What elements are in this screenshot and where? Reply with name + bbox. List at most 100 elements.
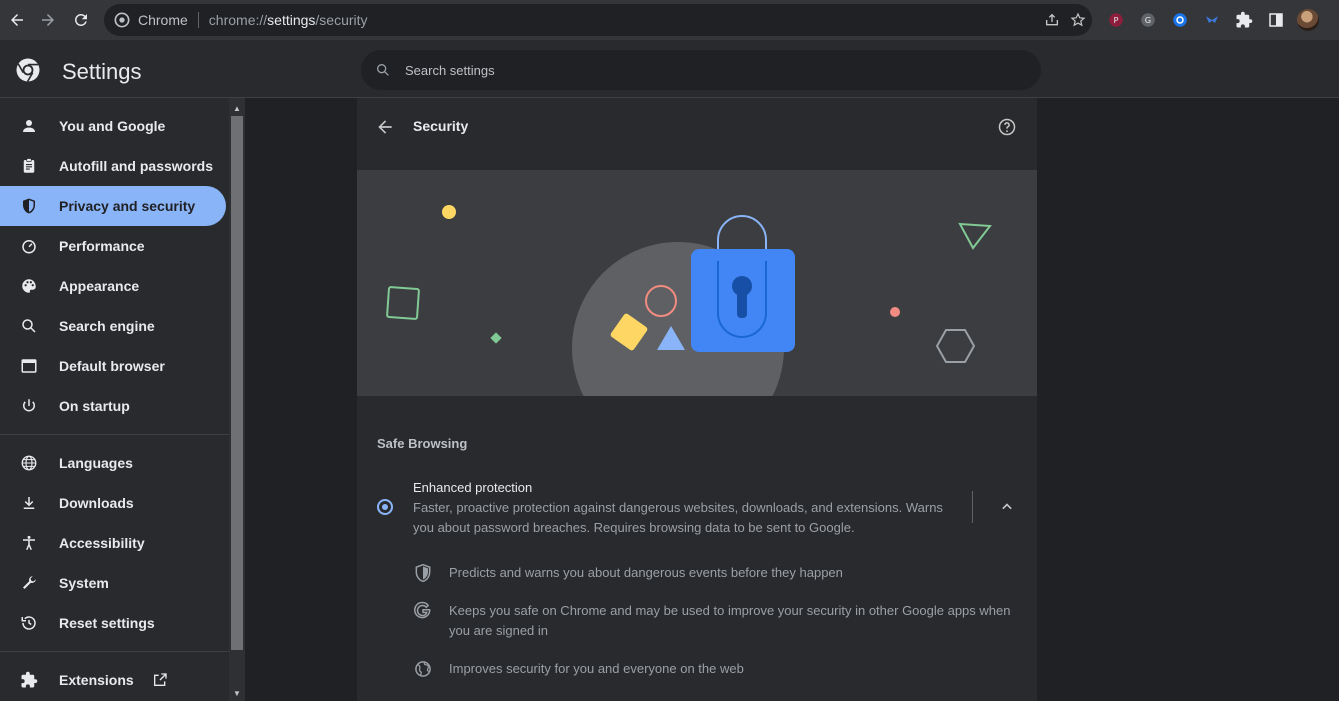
reload-icon <box>72 11 90 29</box>
shield-icon <box>19 196 39 216</box>
share-icon[interactable] <box>1044 12 1060 28</box>
browser-toolbar: Chrome chrome://settings/security P G <box>0 0 1339 40</box>
sidebar-item-label: Accessibility <box>59 535 145 551</box>
puzzle-icon <box>19 670 39 690</box>
feature-text: Predicts and warns you about dangerous e… <box>449 563 1029 583</box>
svg-text:G: G <box>1145 15 1151 25</box>
arrow-left-icon <box>8 11 26 29</box>
sidebar-item-label: Search engine <box>59 318 155 334</box>
search-icon <box>375 62 391 78</box>
shield-icon <box>413 563 433 583</box>
bird-icon <box>1203 11 1221 29</box>
sidebar-item-label: On startup <box>59 398 130 414</box>
feature-item: Keeps you safe on Chrome and may be used… <box>413 601 1029 641</box>
sidebar-item-label: Reset settings <box>59 615 155 631</box>
speedometer-icon <box>19 236 39 256</box>
back-arrow-icon[interactable] <box>375 117 395 137</box>
sidebar-item-extensions[interactable]: Extensions <box>0 660 226 700</box>
sidebar-divider <box>0 434 229 435</box>
sidebar-item-label: Autofill and passwords <box>59 158 213 174</box>
help-icon[interactable] <box>997 117 1017 137</box>
sidebar-item-label: Downloads <box>59 495 134 511</box>
search-input[interactable] <box>405 63 1005 78</box>
search-icon <box>19 316 39 336</box>
sidebar-item-downloads[interactable]: Downloads <box>0 483 226 523</box>
download-icon <box>19 493 39 513</box>
sidebar-item-label: Appearance <box>59 278 139 294</box>
sidebar-item-label: Performance <box>59 238 145 254</box>
sidebar-item-accessibility[interactable]: Accessibility <box>0 523 226 563</box>
sidebar-item-label: Privacy and security <box>59 198 195 214</box>
sidebar-item-label: You and Google <box>59 118 165 134</box>
clipboard-icon <box>19 156 39 176</box>
person-icon <box>19 116 39 136</box>
sidebar-item-privacy-and-security[interactable]: Privacy and security <box>0 186 226 226</box>
record-icon <box>1171 11 1189 29</box>
chrome-icon <box>114 12 130 28</box>
forward-nav-button[interactable] <box>32 4 64 36</box>
expand-divider <box>972 491 973 523</box>
safe-browsing-heading: Safe Browsing <box>377 436 467 451</box>
google-g-icon <box>413 601 433 621</box>
power-icon <box>19 396 39 416</box>
omnibox-divider <box>198 12 199 28</box>
scroll-up-arrow-icon[interactable]: ▲ <box>229 100 245 116</box>
extension-circle-button[interactable] <box>1164 4 1196 36</box>
card-header: Security <box>357 98 1037 156</box>
extensions-menu-button[interactable] <box>1228 4 1260 36</box>
sidebar-item-performance[interactable]: Performance <box>0 226 226 266</box>
url-text: chrome://settings/security <box>209 12 368 28</box>
accessibility-icon <box>19 533 39 553</box>
palette-icon <box>19 276 39 296</box>
security-card: Security Safe Browsing Enhanced protecti… <box>357 98 1037 701</box>
chevron-up-icon[interactable] <box>997 497 1017 517</box>
pinterest-icon: P <box>1107 11 1125 29</box>
arrow-right-icon <box>39 11 57 29</box>
side-panel-button[interactable] <box>1260 4 1292 36</box>
extension-bird-button[interactable] <box>1196 4 1228 36</box>
scrollbar-thumb[interactable] <box>231 116 243 650</box>
enhanced-protection-radio[interactable] <box>377 499 393 515</box>
browser-window-icon <box>19 356 39 376</box>
page-title: Settings <box>62 59 142 85</box>
back-nav-button[interactable] <box>1 4 33 36</box>
option-description: Faster, proactive protection against dan… <box>413 498 953 538</box>
sidebar-item-on-startup[interactable]: On startup <box>0 386 226 426</box>
profile-button[interactable] <box>1292 4 1324 36</box>
sidebar-item-appearance[interactable]: Appearance <box>0 266 226 306</box>
open-in-new-icon <box>152 672 168 688</box>
sidebar-divider <box>0 651 229 652</box>
reload-button[interactable] <box>65 4 97 36</box>
sidebar-item-system[interactable]: System <box>0 563 226 603</box>
extension-grammarly-button[interactable]: G <box>1132 4 1164 36</box>
puzzle-icon <box>1235 11 1253 29</box>
security-title: Security <box>413 118 468 134</box>
grammarly-icon: G <box>1139 11 1157 29</box>
sidebar-item-autofill[interactable]: Autofill and passwords <box>0 146 226 186</box>
avatar <box>1297 9 1319 31</box>
option-label: Enhanced protection <box>413 480 532 495</box>
side-panel-icon <box>1267 11 1285 29</box>
history-icon <box>19 613 39 633</box>
security-illustration <box>357 170 1037 396</box>
settings-header: Settings <box>0 40 1339 98</box>
sidebar-item-default-browser[interactable]: Default browser <box>0 346 226 386</box>
bookmark-star-icon[interactable] <box>1070 12 1086 28</box>
sidebar-item-you-and-google[interactable]: You and Google <box>0 106 226 146</box>
sidebar-item-label: System <box>59 575 109 591</box>
site-chip-label: Chrome <box>138 12 188 28</box>
feature-item: Predicts and warns you about dangerous e… <box>413 563 1029 583</box>
globe-icon <box>413 659 433 679</box>
address-bar[interactable]: Chrome chrome://settings/security <box>104 4 1092 36</box>
globe-icon <box>19 453 39 473</box>
site-info-chip[interactable]: Chrome <box>114 12 188 28</box>
scroll-down-arrow-icon[interactable]: ▼ <box>229 685 245 701</box>
sidebar-item-search-engine[interactable]: Search engine <box>0 306 226 346</box>
lock-illustration <box>357 170 1037 396</box>
feature-item: Improves security for you and everyone o… <box>413 659 1029 679</box>
sidebar-item-languages[interactable]: Languages <box>0 443 226 483</box>
settings-search[interactable] <box>361 50 1041 90</box>
sidebar-item-reset-settings[interactable]: Reset settings <box>0 603 226 643</box>
settings-sidebar: You and Google Autofill and passwords Pr… <box>0 98 229 701</box>
extension-pinterest-button[interactable]: P <box>1100 4 1132 36</box>
